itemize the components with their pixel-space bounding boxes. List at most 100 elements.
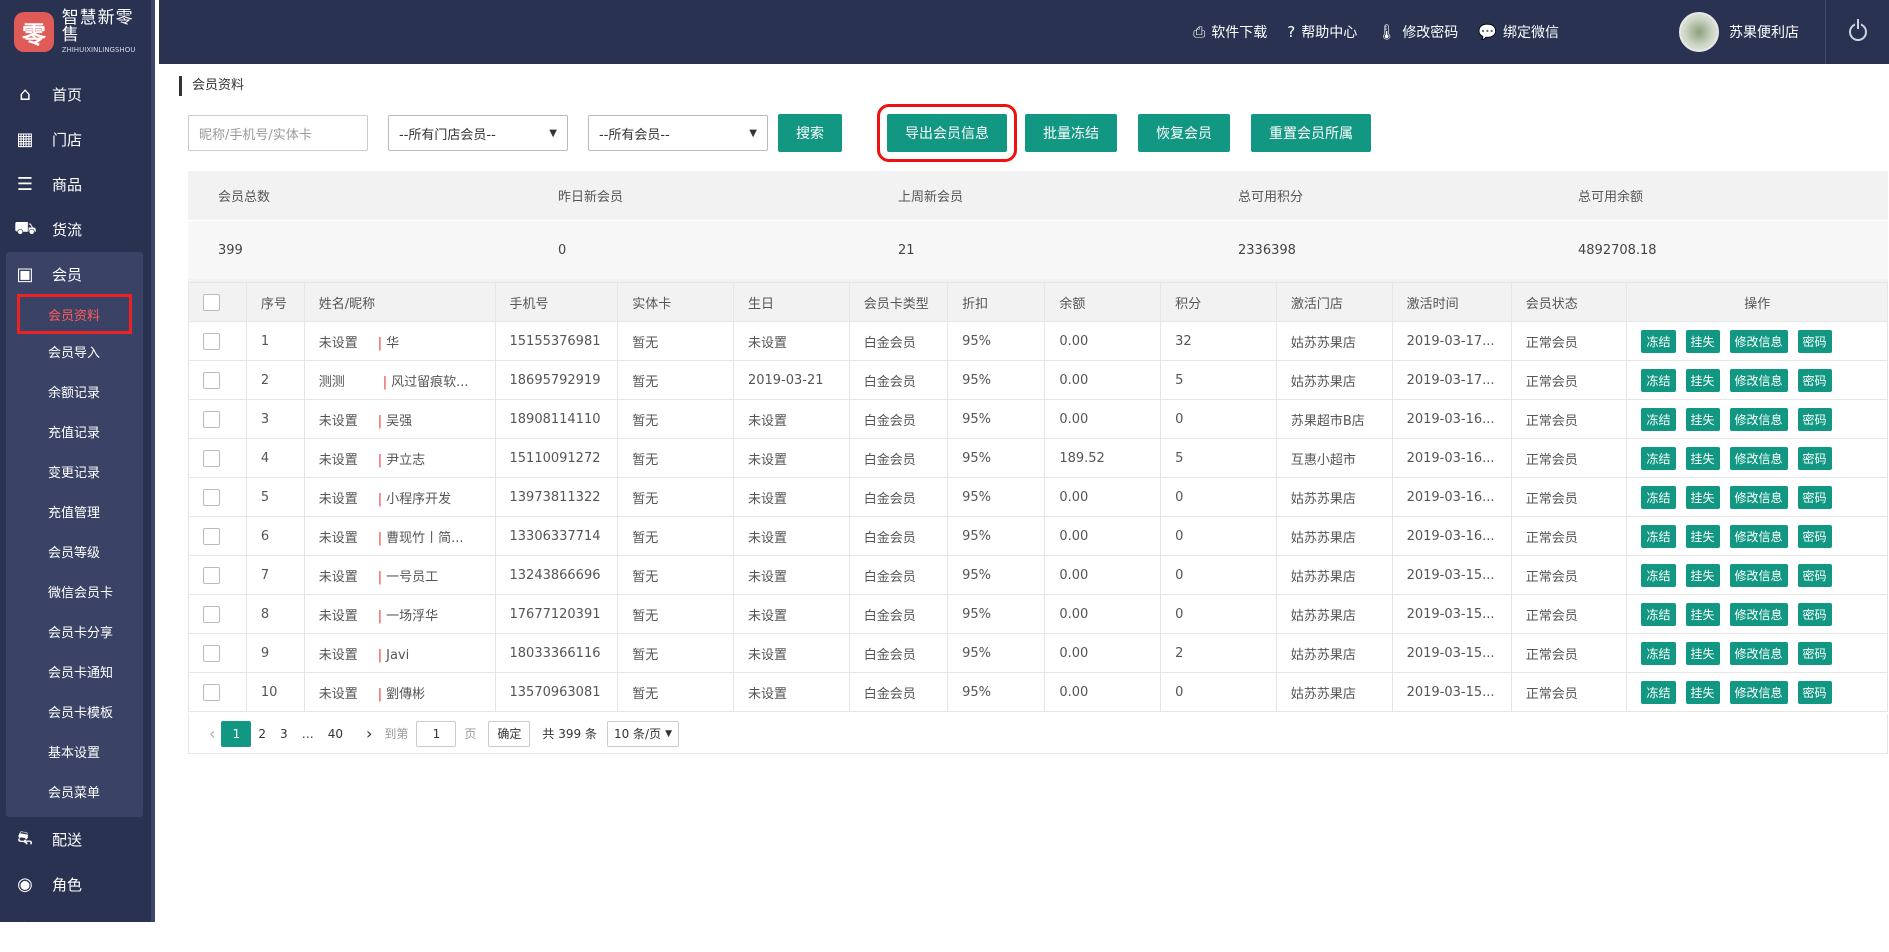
page-2[interactable]: 2	[251, 727, 273, 741]
row-checkbox[interactable]	[203, 489, 220, 506]
password-button[interactable]: 密码	[1798, 369, 1832, 392]
table-row[interactable]: 7未设置|一号员工13243866696暂无未设置白金会员95%0.000姑苏苏…	[189, 556, 1888, 595]
submenu-item-0[interactable]: 会员资料	[20, 297, 129, 331]
freeze-button[interactable]: 冻结	[1641, 369, 1675, 392]
submenu-item-1[interactable]: 会员导入	[6, 331, 143, 371]
edit-info-button[interactable]: 修改信息	[1730, 369, 1788, 392]
table-row[interactable]: 8未设置|一场浮华17677120391暂无未设置白金会员95%0.000姑苏苏…	[189, 595, 1888, 634]
table-row[interactable]: 6未设置|曹现竹丨简...13306337714暂无未设置白金会员95%0.00…	[189, 517, 1888, 556]
batch-freeze-button[interactable]: 批量冻结	[1025, 114, 1117, 152]
report-loss-button[interactable]: 挂失	[1686, 642, 1720, 665]
top-link-0[interactable]: ⎙软件下载	[1193, 22, 1267, 42]
report-loss-button[interactable]: 挂失	[1686, 525, 1720, 548]
submenu-item-5[interactable]: 充值管理	[6, 491, 143, 531]
password-button[interactable]: 密码	[1798, 681, 1832, 704]
table-row[interactable]: 4未设置|尹立志15110091272暂无未设置白金会员95%189.525互惠…	[189, 439, 1888, 478]
edit-info-button[interactable]: 修改信息	[1730, 408, 1788, 431]
restore-member-button[interactable]: 恢复会员	[1138, 114, 1230, 152]
logout-button[interactable]	[1825, 0, 1889, 64]
freeze-button[interactable]: 冻结	[1641, 681, 1675, 704]
password-button[interactable]: 密码	[1798, 447, 1832, 470]
report-loss-button[interactable]: 挂失	[1686, 447, 1720, 470]
report-loss-button[interactable]: 挂失	[1686, 564, 1720, 587]
report-loss-button[interactable]: 挂失	[1686, 408, 1720, 431]
member-select[interactable]: --所有会员-- ▼	[588, 115, 768, 151]
edit-info-button[interactable]: 修改信息	[1730, 564, 1788, 587]
row-checkbox[interactable]	[203, 411, 220, 428]
sidebar-item-3[interactable]: ⛟货流	[0, 207, 151, 252]
submenu-item-2[interactable]: 余额记录	[6, 371, 143, 411]
password-button[interactable]: 密码	[1798, 525, 1832, 548]
freeze-button[interactable]: 冻结	[1641, 564, 1675, 587]
report-loss-button[interactable]: 挂失	[1686, 486, 1720, 509]
freeze-button[interactable]: 冻结	[1641, 603, 1675, 626]
submenu-item-12[interactable]: 会员菜单	[6, 771, 143, 811]
edit-info-button[interactable]: 修改信息	[1730, 486, 1788, 509]
page-size-select[interactable]: 10 条/页 ▼	[607, 721, 679, 747]
page-3[interactable]: 3	[273, 727, 295, 741]
reset-owner-button[interactable]: 重置会员所属	[1251, 114, 1371, 152]
top-link-1[interactable]: ?帮助中心	[1287, 22, 1357, 42]
password-button[interactable]: 密码	[1798, 642, 1832, 665]
row-checkbox[interactable]	[203, 528, 220, 545]
table-row[interactable]: 5未设置|小程序开发13973811322暂无未设置白金会员95%0.000姑苏…	[189, 478, 1888, 517]
table-row[interactable]: 1未设置|华15155376981暂无未设置白金会员95%0.0032姑苏苏果店…	[189, 322, 1888, 361]
submenu-item-7[interactable]: 微信会员卡	[6, 571, 143, 611]
edit-info-button[interactable]: 修改信息	[1730, 681, 1788, 704]
edit-info-button[interactable]: 修改信息	[1730, 603, 1788, 626]
submenu-item-9[interactable]: 会员卡通知	[6, 651, 143, 691]
edit-info-button[interactable]: 修改信息	[1730, 642, 1788, 665]
sidebar-item-2[interactable]: ☰商品	[0, 162, 151, 207]
top-link-2[interactable]: 🌡修改密码	[1377, 22, 1458, 42]
table-row[interactable]: 3未设置|吴强18908114110暂无未设置白金会员95%0.000苏果超市B…	[189, 400, 1888, 439]
submenu-item-3[interactable]: 充值记录	[6, 411, 143, 451]
submenu-item-10[interactable]: 会员卡模板	[6, 691, 143, 731]
freeze-button[interactable]: 冻结	[1641, 525, 1675, 548]
edit-info-button[interactable]: 修改信息	[1730, 330, 1788, 353]
row-checkbox[interactable]	[203, 645, 220, 662]
password-button[interactable]: 密码	[1798, 564, 1832, 587]
freeze-button[interactable]: 冻结	[1641, 447, 1675, 470]
report-loss-button[interactable]: 挂失	[1686, 681, 1720, 704]
logo[interactable]: 零 智慧新零售 ZHIHUIXINLINGSHOU	[0, 0, 151, 64]
password-button[interactable]: 密码	[1798, 603, 1832, 626]
freeze-button[interactable]: 冻结	[1641, 408, 1675, 431]
password-button[interactable]: 密码	[1798, 330, 1832, 353]
row-checkbox[interactable]	[203, 333, 220, 350]
search-input[interactable]: 昵称/手机号/实体卡	[188, 115, 368, 151]
submenu-item-8[interactable]: 会员卡分享	[6, 611, 143, 651]
password-button[interactable]: 密码	[1798, 486, 1832, 509]
submenu-item-6[interactable]: 会员等级	[6, 531, 143, 571]
freeze-button[interactable]: 冻结	[1641, 642, 1675, 665]
table-row[interactable]: 10未设置|劉傳彬13570963081暂无未设置白金会员95%0.000姑苏苏…	[189, 673, 1888, 712]
goto-confirm-button[interactable]: 确定	[488, 721, 530, 747]
user-menu[interactable]: 苏果便利店	[1679, 12, 1799, 52]
submenu-item-11[interactable]: 基本设置	[6, 731, 143, 771]
store-select[interactable]: --所有门店会员-- ▼	[388, 115, 568, 151]
page-40[interactable]: 40	[321, 727, 350, 741]
row-checkbox[interactable]	[203, 450, 220, 467]
edit-info-button[interactable]: 修改信息	[1730, 447, 1788, 470]
top-link-3[interactable]: 💬绑定微信	[1478, 22, 1559, 42]
export-members-button[interactable]: 导出会员信息	[887, 114, 1007, 152]
search-button[interactable]: 搜索	[778, 114, 842, 152]
row-checkbox[interactable]	[203, 684, 220, 701]
submenu-item-4[interactable]: 变更记录	[6, 451, 143, 491]
sidebar-bottom-item-0[interactable]: ⛐配送	[0, 817, 151, 862]
sidebar-item-0[interactable]: ⌂首页	[0, 72, 151, 117]
report-loss-button[interactable]: 挂失	[1686, 330, 1720, 353]
report-loss-button[interactable]: 挂失	[1686, 369, 1720, 392]
sidebar-bottom-item-1[interactable]: ◉角色	[0, 862, 151, 907]
sidebar-item-4[interactable]: ▣会员	[6, 252, 143, 297]
row-checkbox[interactable]	[203, 606, 220, 623]
freeze-button[interactable]: 冻结	[1641, 486, 1675, 509]
select-all-checkbox[interactable]	[203, 294, 220, 311]
report-loss-button[interactable]: 挂失	[1686, 603, 1720, 626]
sidebar-bottom-item-2[interactable]: ⚙设置	[0, 907, 151, 952]
table-row[interactable]: 2测测|风过留痕软...18695792919暂无2019-03-21白金会员9…	[189, 361, 1888, 400]
table-row[interactable]: 9未设置|Javi18033366116暂无未设置白金会员95%0.002姑苏苏…	[189, 634, 1888, 673]
password-button[interactable]: 密码	[1798, 408, 1832, 431]
next-page-icon[interactable]: ›	[360, 724, 378, 743]
page-1[interactable]: 1	[221, 721, 251, 747]
sidebar-item-1[interactable]: ▦门店	[0, 117, 151, 162]
